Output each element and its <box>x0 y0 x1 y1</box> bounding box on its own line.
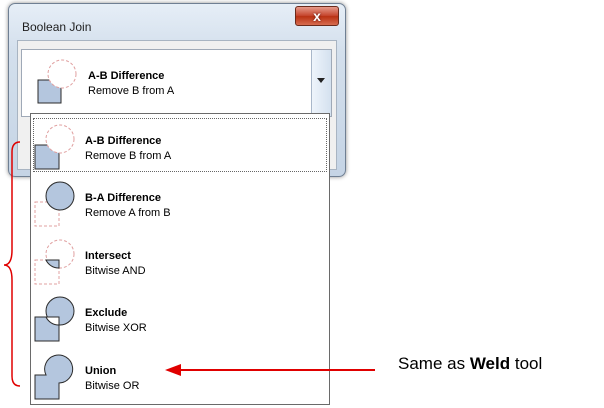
item-title: Intersect <box>85 250 131 262</box>
exclude-icon <box>32 291 78 350</box>
annotation-arrow-icon <box>165 364 375 376</box>
ab-difference-icon <box>32 119 78 178</box>
intersect-icon <box>32 234 78 293</box>
note-bold: Weld <box>469 354 511 373</box>
chevron-down-icon <box>317 78 325 83</box>
note-suffix: tool <box>510 354 543 373</box>
item-title: B-A Difference <box>85 192 161 204</box>
item-subtitle: Bitwise AND <box>85 265 146 277</box>
item-subtitle: Bitwise XOR <box>85 322 147 334</box>
list-item-exclude[interactable]: Exclude Bitwise XOR <box>31 288 329 346</box>
item-title: Exclude <box>85 307 128 319</box>
item-subtitle: Remove A from B <box>85 207 171 219</box>
item-subtitle: Bitwise OR <box>85 380 140 392</box>
boolean-mode-dropdown-list: A-B Difference Remove B from A B-A Diffe… <box>30 113 330 405</box>
item-subtitle: Remove B from A <box>85 150 172 162</box>
union-icon <box>32 349 78 408</box>
annotation-note: Same as Weld tool <box>398 354 542 374</box>
close-icon: x <box>313 8 321 24</box>
item-title: Union <box>85 365 117 377</box>
annotation-bracket <box>3 141 21 387</box>
list-item-ba-difference[interactable]: B-A Difference Remove A from B <box>31 173 329 231</box>
boolean-mode-combobox[interactable]: A-B Difference Remove B from A <box>21 49 332 117</box>
window-title: Boolean Join <box>22 20 92 34</box>
note-prefix: Same as <box>398 354 470 373</box>
list-item-ab-difference[interactable]: A-B Difference Remove B from A <box>31 116 329 174</box>
combo-dropdown-button[interactable] <box>311 50 331 116</box>
item-title: A-B Difference <box>85 135 162 147</box>
close-button[interactable]: x <box>295 6 339 26</box>
ab-difference-icon <box>35 55 79 112</box>
combo-selected-subtitle: Remove B from A <box>88 85 175 97</box>
ba-difference-icon <box>32 176 78 235</box>
list-item-intersect[interactable]: Intersect Bitwise AND <box>31 231 329 289</box>
combo-selected-title: A-B Difference <box>88 70 165 82</box>
